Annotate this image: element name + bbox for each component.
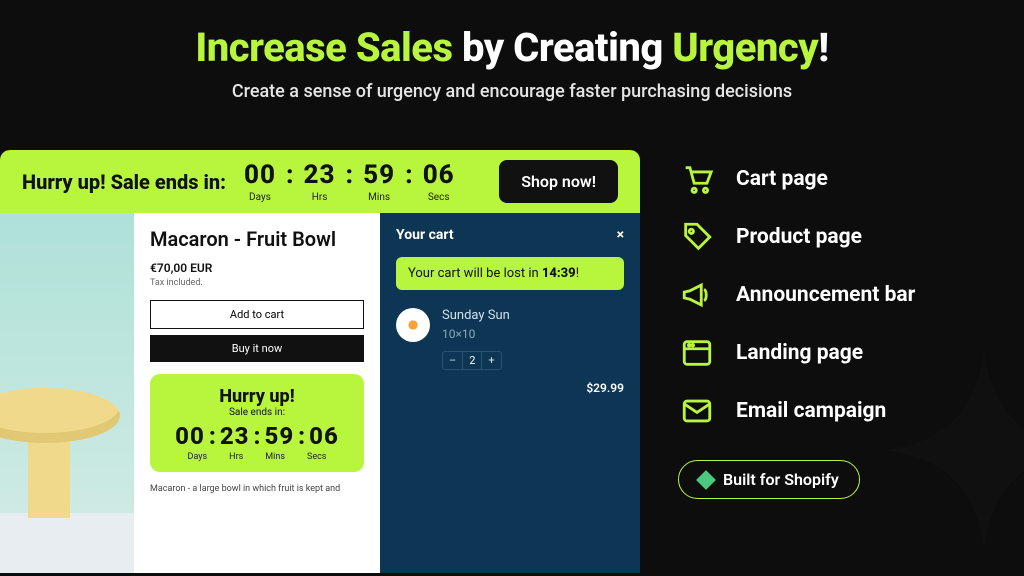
- close-icon[interactable]: ×: [617, 227, 624, 243]
- add-to-cart-button[interactable]: Add to cart: [150, 300, 364, 329]
- cart-alert-suffix: !: [576, 266, 579, 281]
- cart-icon: [678, 160, 716, 198]
- feature-cart-page: Cart page: [678, 160, 988, 198]
- product-timer-seconds: 06: [309, 422, 339, 450]
- hero-title-part-2: by Creating: [453, 24, 673, 71]
- product-timer-days: 00: [175, 422, 205, 450]
- product-timer-minutes-label: Mins: [265, 452, 285, 462]
- feature-label: Landing page: [736, 341, 863, 365]
- feature-label: Product page: [736, 225, 862, 249]
- product-timer-sub: Sale ends in:: [158, 407, 356, 418]
- announcement-label: Hurry up! Sale ends in:: [22, 170, 226, 194]
- timer-days-label: Days: [244, 192, 276, 203]
- feature-product-page: Product page: [678, 218, 988, 256]
- timer-days: 00 Days: [244, 160, 276, 203]
- timer-hours-label: Hrs: [304, 192, 336, 203]
- built-for-shopify-badge: Built for Shopify: [678, 460, 860, 499]
- product-timer-seconds-label: Secs: [307, 452, 326, 462]
- feature-announcement-bar: Announcement bar: [678, 276, 988, 314]
- qty-minus-button[interactable]: –: [443, 352, 462, 369]
- hero-title: Increase Sales by Creating Urgency!: [0, 24, 1024, 71]
- timer-minutes: 59 Mins: [363, 160, 395, 203]
- cart-alert-time: 14:39: [542, 266, 576, 281]
- hero-section: Increase Sales by Creating Urgency! Crea…: [0, 0, 1024, 102]
- product-description: Macaron - a large bowl in which fruit is…: [150, 484, 364, 494]
- timer-seconds: 06 Secs: [423, 160, 455, 203]
- product-panel: Macaron - Fruit Bowl €70,00 EUR Tax incl…: [134, 213, 380, 573]
- timer-separator: :: [286, 160, 294, 190]
- timer-days-value: 00: [244, 160, 276, 190]
- cart-title: Your cart: [396, 227, 454, 243]
- product-timer-days-label: Days: [188, 452, 208, 462]
- announcement-bar: Hurry up! Sale ends in: 00 Days : 23 Hrs…: [0, 150, 640, 213]
- window-icon: [678, 334, 716, 372]
- cart-item-thumbnail: [396, 308, 430, 342]
- product-title: Macaron - Fruit Bowl: [150, 227, 364, 251]
- timer-minutes-value: 59: [363, 160, 395, 190]
- cart-line-item: Sunday Sun 10×10 – 2 + $29.99: [396, 308, 624, 370]
- qty-value: 2: [462, 352, 482, 369]
- cart-item-variant: 10×10: [442, 327, 624, 341]
- product-timer-heading: Hurry up!: [158, 386, 356, 407]
- decorative-sparkle-icon: [884, 350, 1024, 550]
- timer-separator: :: [405, 160, 413, 190]
- cart-item-price: $29.99: [586, 381, 624, 395]
- timer-seconds-value: 06: [423, 160, 455, 190]
- tag-icon: [678, 218, 716, 256]
- qty-plus-button[interactable]: +: [482, 352, 500, 369]
- product-timer: Hurry up! Sale ends in: 00 : 23 : 59 : 0…: [150, 374, 364, 472]
- mail-icon: [678, 392, 716, 430]
- timer-minutes-label: Mins: [363, 192, 395, 203]
- product-timer-hours-label: Hrs: [229, 452, 243, 462]
- timer-hours-value: 23: [304, 160, 336, 190]
- hero-subtitle: Create a sense of urgency and encourage …: [0, 81, 1024, 102]
- shop-now-button[interactable]: Shop now!: [499, 160, 618, 203]
- product-image: [0, 213, 134, 573]
- product-price: €70,00 EUR: [150, 261, 364, 275]
- announcement-timer: 00 Days : 23 Hrs : 59 Mins : 06 Secs: [244, 160, 455, 203]
- hero-title-part-4: !: [818, 24, 828, 71]
- cart-drawer: Your cart × Your cart will be lost in 14…: [380, 213, 640, 573]
- buy-now-button[interactable]: Buy it now: [150, 335, 364, 362]
- diamond-icon: [696, 470, 716, 490]
- hero-title-part-1: Increase Sales: [195, 24, 452, 71]
- timer-seconds-label: Secs: [423, 192, 455, 203]
- quantity-stepper[interactable]: – 2 +: [442, 351, 502, 370]
- hero-title-part-3: Urgency: [672, 24, 818, 71]
- megaphone-icon: [678, 276, 716, 314]
- timer-hours: 23 Hrs: [304, 160, 336, 203]
- badge-label: Built for Shopify: [723, 470, 839, 489]
- timer-separator: :: [346, 160, 354, 190]
- cart-alert-prefix: Your cart will be lost in: [408, 266, 542, 281]
- product-timer-minutes: 59: [264, 422, 294, 450]
- product-timer-hours: 23: [220, 422, 250, 450]
- feature-label: Announcement bar: [736, 283, 915, 307]
- cart-urgency-alert: Your cart will be lost in 14:39!: [396, 257, 624, 290]
- mockups-column: Hurry up! Sale ends in: 00 Days : 23 Hrs…: [0, 150, 640, 573]
- product-tax-note: Tax included.: [150, 278, 364, 288]
- feature-label: Cart page: [736, 167, 828, 191]
- feature-label: Email campaign: [736, 399, 886, 423]
- cart-item-name: Sunday Sun: [442, 308, 624, 323]
